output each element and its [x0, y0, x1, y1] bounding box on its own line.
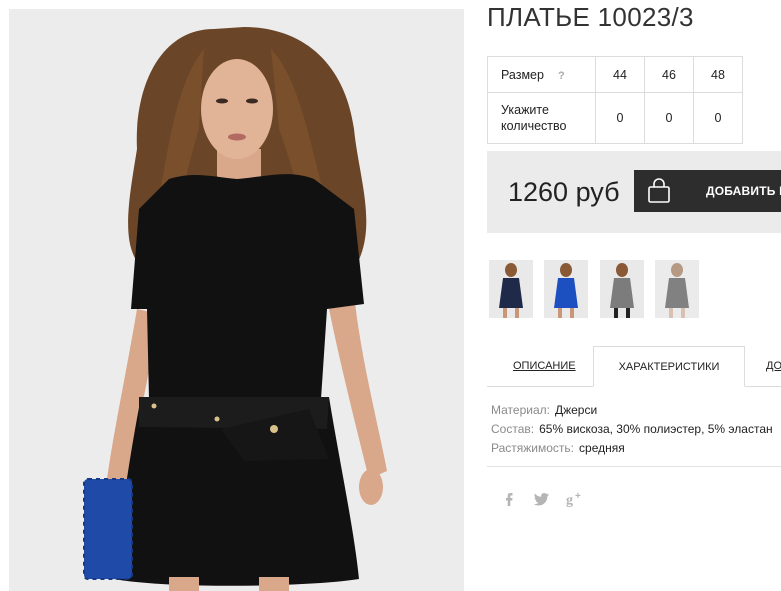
size-help-icon[interactable]: ? [558, 70, 565, 82]
product-tabs: ОПИСАНИЕ ХАРАКТЕРИСТИКИ ДО [487, 346, 781, 387]
size-46: 46 [644, 56, 694, 93]
size-table: Размер? 44 46 48 Укажите количество 0 0 … [487, 56, 743, 144]
quantity-label-line2: количество [501, 119, 567, 133]
characteristic-row: Растяжимость: средняя [491, 439, 773, 458]
facebook-icon[interactable] [499, 489, 519, 509]
thumbnail-1[interactable] [489, 260, 533, 318]
shopping-bag-icon [648, 178, 670, 203]
characteristic-value: 65% вискоза, 30% полиэстер, 5% эластан [539, 422, 773, 436]
characteristic-key: Материал: [491, 403, 550, 417]
quantity-label-line1: Укажите [501, 103, 549, 117]
characteristic-value: средняя [579, 441, 625, 455]
thumbnail-2[interactable] [544, 260, 588, 318]
size-44: 44 [595, 56, 645, 93]
tab-delivery-label: ДО [766, 360, 781, 372]
price-box: 1260 руб ДОБАВИТЬ В [487, 151, 781, 233]
google-plus-icon[interactable]: g + [565, 489, 585, 509]
quantity-label-cell: Укажите количество [487, 92, 596, 144]
product-title: ПЛАТЬЕ 10023/3 [487, 2, 694, 32]
add-to-cart-label: ДОБАВИТЬ В [706, 184, 781, 198]
thumbnail-3[interactable] [600, 260, 644, 318]
size-label-cell: Размер? [487, 56, 596, 93]
divider [487, 466, 781, 467]
tab-description-label: ОПИСАНИЕ [513, 360, 576, 372]
thumbnail-1-dress [499, 278, 523, 308]
thumbnail-4[interactable] [655, 260, 699, 318]
svg-text:+: + [575, 491, 581, 502]
characteristics-list: Материал: Джерси Состав: 65% вискоза, 30% … [491, 401, 773, 458]
characteristic-key: Растяжимость: [491, 441, 575, 455]
characteristic-row: Материал: Джерси [491, 401, 773, 420]
tab-characteristics-label: ХАРАКТЕРИСТИКИ [618, 361, 720, 373]
tab-delivery[interactable]: ДО [766, 346, 781, 386]
add-to-cart-button[interactable]: ДОБАВИТЬ В [634, 170, 781, 212]
quantity-input-44[interactable]: 0 [595, 92, 645, 144]
svg-text:g: g [566, 493, 573, 508]
twitter-icon[interactable] [532, 489, 552, 509]
characteristic-row: Состав: 65% вискоза, 30% полиэстер, 5% эл… [491, 420, 773, 439]
characteristic-value: Джерси [554, 403, 598, 417]
tab-description[interactable]: ОПИСАНИЕ [513, 346, 576, 386]
quantity-input-48[interactable]: 0 [693, 92, 743, 144]
characteristic-key: Состав: [491, 422, 535, 436]
product-price: 1260 руб [508, 177, 620, 207]
size-label: Размер [501, 67, 544, 82]
main-product-photo[interactable] [9, 9, 464, 591]
size-48: 48 [693, 56, 743, 93]
quantity-input-46[interactable]: 0 [644, 92, 694, 144]
tab-characteristics[interactable]: ХАРАКТЕРИСТИКИ [593, 346, 745, 387]
